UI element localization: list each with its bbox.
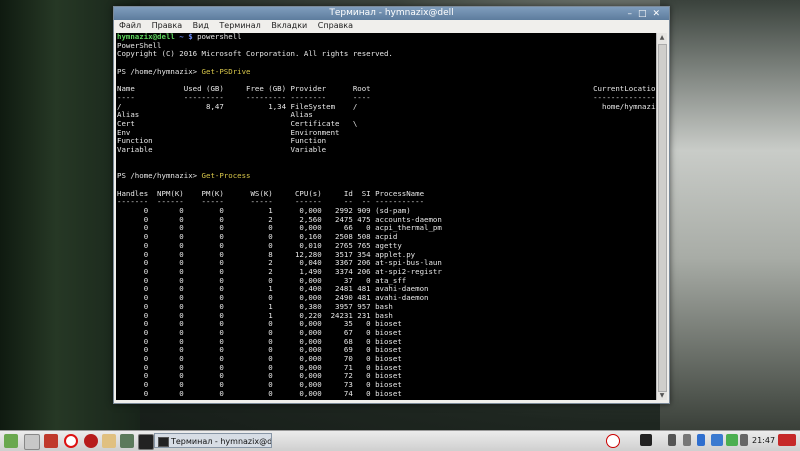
terminal-scrollbar[interactable]: ▲ ▼	[656, 33, 667, 400]
menu-tabs[interactable]: Вкладки	[271, 21, 307, 30]
terminal-output[interactable]: hymnazix@dell ~ $ powershell PowerShell Co…	[116, 33, 656, 400]
window-title: Терминал - hymnazix@dell	[329, 8, 454, 18]
show-desktop-icon[interactable]	[24, 434, 40, 450]
maximize-icon[interactable]: □	[638, 9, 653, 19]
terminal-icon	[158, 437, 169, 447]
ps-prompt-line: PS /home/hymnazix> Get-PSDrive	[117, 66, 656, 77]
menubar: Файл Правка Вид Терминал Вкладки Справка	[114, 20, 669, 32]
process-row: 0 0 0 0 0,000 74 0 bioset	[117, 388, 402, 398]
menu-help[interactable]: Справка	[318, 21, 353, 30]
scroll-thumb[interactable]	[658, 44, 667, 392]
file-manager-icon[interactable]	[44, 434, 58, 448]
prompt-path: ~ $	[174, 33, 198, 41]
app-icon[interactable]	[102, 434, 116, 448]
close-icon[interactable]: ✕	[652, 9, 666, 19]
network-icon[interactable]	[683, 434, 691, 446]
terminal-launcher-icon[interactable]	[138, 434, 154, 450]
command-text: Get-Process	[201, 171, 251, 181]
wallpaper-waterfall	[660, 0, 800, 430]
shield-icon[interactable]	[726, 434, 738, 446]
app-icon[interactable]	[84, 434, 98, 448]
window-controls[interactable]: –□✕	[627, 8, 666, 21]
scroll-up-icon[interactable]: ▲	[657, 33, 667, 42]
menu-view[interactable]: Вид	[193, 21, 209, 30]
terminal-tray-icon[interactable]	[640, 434, 652, 446]
clock[interactable]: 21:47	[752, 431, 775, 451]
command-text: powershell	[197, 33, 242, 41]
ps-prompt: PS /home/hymnazix>	[117, 66, 202, 76]
ps-prompt: PS /home/hymnazix>	[117, 171, 202, 181]
taskbar-window-label: Терминал - hymnazix@dell	[171, 437, 272, 446]
menu-file[interactable]: Файл	[119, 21, 141, 30]
volume-icon[interactable]	[740, 434, 748, 446]
prompt-line: hymnazix@dell ~ $ powershell	[117, 33, 656, 42]
drive-table-row: Variable Variable	[117, 145, 327, 155]
bluetooth-icon[interactable]	[697, 434, 705, 446]
opera-icon[interactable]	[64, 434, 78, 448]
menu-icon[interactable]	[4, 434, 18, 448]
signal-icon[interactable]	[668, 434, 676, 446]
prompt-user-host: hymnazix@dell	[117, 33, 175, 41]
menu-edit[interactable]: Правка	[152, 21, 182, 30]
scroll-down-icon[interactable]: ▼	[657, 391, 667, 400]
app-icon[interactable]	[120, 434, 134, 448]
menu-terminal[interactable]: Терминал	[219, 21, 260, 30]
window-titlebar[interactable]: Терминал - hymnazix@dell –□✕	[114, 7, 669, 20]
user-avatar[interactable]	[778, 434, 796, 446]
minimize-icon[interactable]: –	[627, 9, 638, 19]
taskbar-window-button[interactable]: Терминал - hymnazix@dell	[154, 433, 272, 448]
opera-tray-icon[interactable]	[606, 434, 620, 448]
copyright-line: Copyright (C) 2016 Microsoft Corporation…	[117, 49, 393, 59]
taskbar: Терминал - hymnazix@dell 21:47	[0, 430, 800, 451]
command-text: Get-PSDrive	[201, 66, 251, 76]
terminal-window[interactable]: Терминал - hymnazix@dell –□✕ Файл Правка…	[113, 6, 670, 404]
ps-prompt-line: PS /home/hymnazix> Get-Process	[117, 171, 656, 181]
updates-icon[interactable]	[711, 434, 723, 446]
